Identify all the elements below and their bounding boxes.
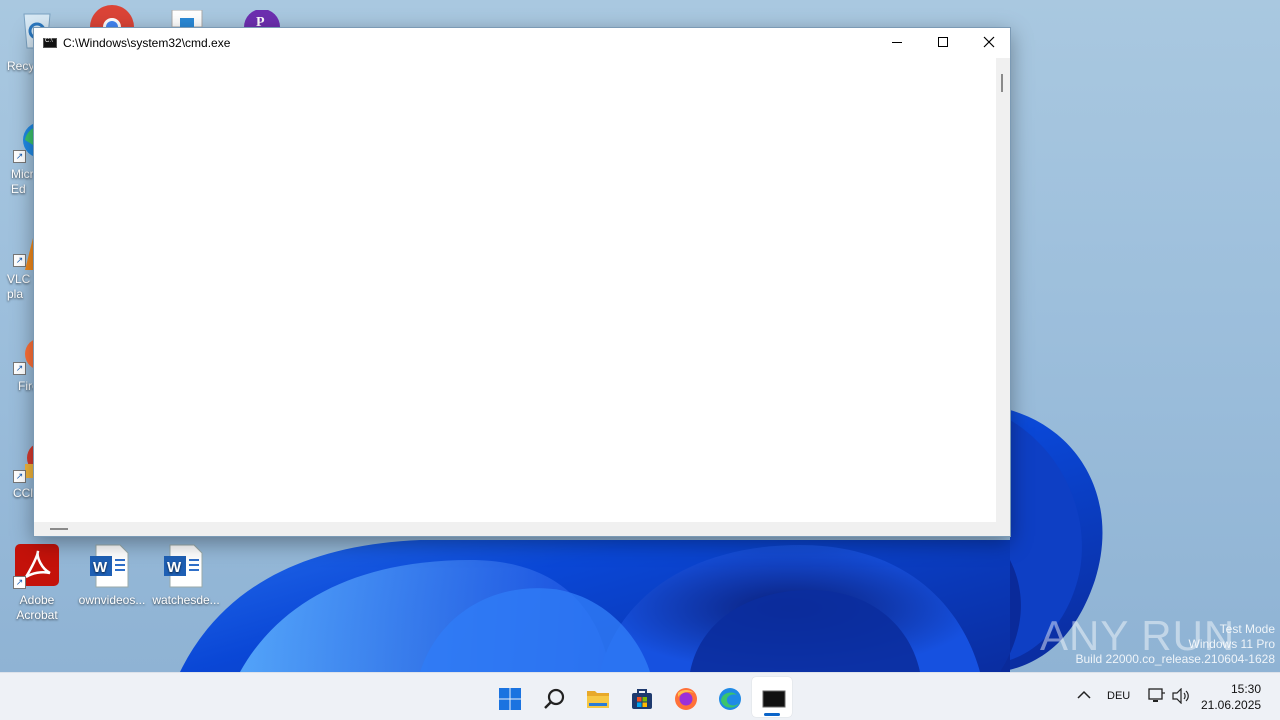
window-title: C:\Windows\system32\cmd.exe <box>63 36 231 50</box>
document-icon[interactable] <box>170 10 204 27</box>
desktop-icon-label: watchesde... <box>152 593 220 607</box>
minimize-icon <box>892 42 902 43</box>
cmd-window[interactable]: C:\Windows\system32\cmd.exe <box>33 27 1011 537</box>
volume-icon[interactable] <box>1172 688 1190 704</box>
firefox-icon <box>675 688 697 710</box>
window-titlebar[interactable]: C:\Windows\system32\cmd.exe <box>34 28 1010 58</box>
clock-time: 15:30 <box>1230 682 1261 696</box>
maximize-icon <box>938 37 948 47</box>
language-indicator[interactable]: DEU <box>1107 690 1130 702</box>
watermark-line: Test Mode <box>1219 622 1275 636</box>
shortcut-arrow-icon: ↗ <box>13 150 26 163</box>
chrome-icon[interactable] <box>88 5 136 27</box>
shortcut-arrow-icon: ↗ <box>13 362 26 375</box>
shortcut-arrow-icon: ↗ <box>13 254 26 267</box>
shortcut-arrow-icon: ↗ <box>13 470 26 483</box>
watermark-line: Build 22000.co_release.210604-1628 <box>1075 652 1276 666</box>
minimize-button[interactable] <box>874 28 920 56</box>
word-document-icon: W <box>164 544 203 588</box>
proton-icon[interactable]: P <box>242 10 282 27</box>
clock-date: 21.06.2025 <box>1201 698 1262 712</box>
shortcut-arrow-icon: ↗ <box>13 576 26 589</box>
desktop-icon-label: ownvideos... <box>78 593 146 607</box>
store-icon <box>632 689 652 709</box>
file-explorer-button[interactable] <box>576 677 616 717</box>
close-button[interactable] <box>966 28 1012 56</box>
desktop-icon-adobe-acrobat[interactable]: ↗ Adobe Acrobat <box>3 540 71 624</box>
file-explorer-icon <box>587 691 609 708</box>
cmd-taskbar-button[interactable] <box>752 677 792 717</box>
start-button[interactable] <box>488 677 528 717</box>
cmd-icon <box>762 690 786 708</box>
maximize-button[interactable] <box>920 28 966 56</box>
svg-text:W: W <box>167 559 182 576</box>
cmd-icon <box>43 38 57 48</box>
edge-icon <box>719 688 741 710</box>
taskbar: DEU 15:30 21.06.2025 <box>0 672 1280 720</box>
search-button[interactable] <box>532 677 572 717</box>
vertical-scrollbar[interactable] <box>996 58 1010 522</box>
start-icon <box>499 688 521 710</box>
windows-test-mode-watermark: Test Mode Windows 11 Pro Build 22000.co_… <box>1076 622 1276 667</box>
vertical-scroll-thumb[interactable] <box>1001 74 1003 92</box>
active-app-indicator <box>764 713 780 716</box>
edge-taskbar-button[interactable] <box>708 677 748 717</box>
horizontal-scroll-thumb[interactable] <box>50 528 68 530</box>
console-area[interactable] <box>34 58 996 522</box>
scrollbar-corner <box>996 522 1010 536</box>
close-icon <box>983 36 995 48</box>
store-button[interactable] <box>620 677 660 717</box>
firefox-taskbar-button[interactable] <box>664 677 704 717</box>
svg-text:P: P <box>256 15 265 27</box>
network-icon[interactable] <box>1148 688 1166 704</box>
clock[interactable]: 15:30 21.06.2025 <box>1201 681 1261 713</box>
search-icon <box>544 688 565 709</box>
watermark-line: Windows 11 Pro <box>1188 637 1275 651</box>
chevron-up-icon[interactable] <box>1077 690 1091 700</box>
desktop-icon-ownvideos[interactable]: W ownvideos... <box>78 540 146 610</box>
desktop-icon-label: Adobe Acrobat <box>16 593 58 622</box>
svg-text:W: W <box>93 559 108 576</box>
word-document-icon: W <box>90 544 129 588</box>
horizontal-scrollbar[interactable] <box>34 522 996 536</box>
desktop-icon-watchesde[interactable]: W watchesde... <box>152 540 220 610</box>
